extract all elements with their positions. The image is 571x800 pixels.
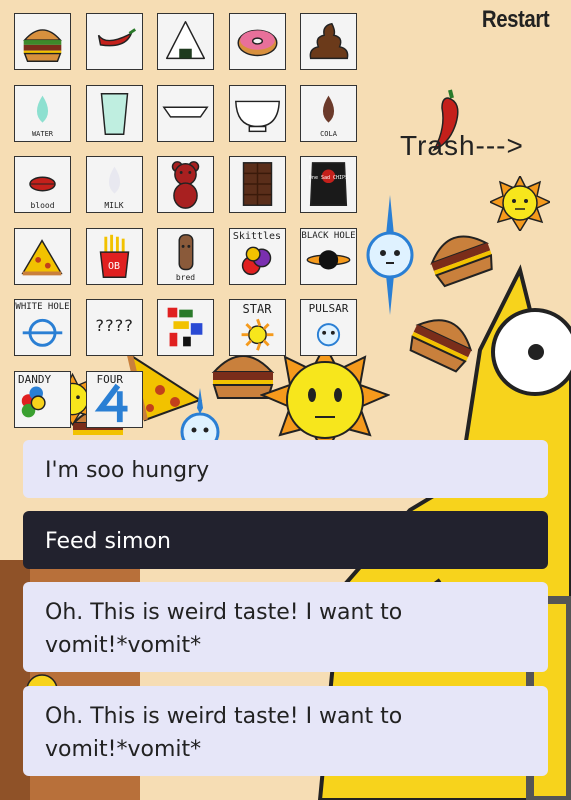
burger-icon — [23, 29, 62, 63]
trash-label: Trash---> — [400, 130, 524, 161]
flying-burger-icon[interactable] — [408, 305, 478, 375]
pizza-slice-icon — [21, 238, 63, 275]
bowl-icon — [234, 100, 280, 132]
flying-sun-icon[interactable] — [260, 345, 390, 455]
food-slot-empty-glass[interactable] — [85, 84, 143, 142]
food-slot-white-hole[interactable]: WHITE HOLE — [14, 299, 71, 356]
restart-button[interactable]: Restart — [482, 6, 550, 34]
food-slot-water-drop[interactable]: WATER — [14, 84, 71, 142]
food-slot-bowl[interactable] — [228, 84, 286, 142]
food-slot-milk-drop[interactable]: MILK — [85, 156, 143, 213]
poop-icon — [309, 22, 349, 60]
food-slot-label: WATER — [31, 129, 54, 138]
food-slot-label: blood — [30, 201, 55, 210]
chili-pepper-icon — [97, 28, 136, 47]
dialogue-card-reaction: Oh. This is weird taste! I want to vomit… — [23, 686, 548, 776]
food-slot-blood-lips[interactable]: blood — [14, 156, 71, 213]
flying-pulsar-icon[interactable] — [172, 388, 228, 448]
food-slot-pulsar[interactable]: PULSAR — [300, 299, 357, 356]
food-slot-label: OB — [107, 260, 121, 272]
food-slot-label: PULSAR — [308, 302, 349, 315]
food-slot-label: BLACK HOLE — [301, 230, 356, 241]
food-slot-label: FOUR — [96, 372, 124, 386]
food-slot-label: DANDY — [18, 372, 52, 386]
flying-pulsar-icon[interactable] — [360, 195, 420, 315]
food-slot-chocolate-bar[interactable] — [228, 156, 286, 213]
dialogue-card-reaction: Oh. This is weird taste! I want to vomit… — [23, 582, 548, 672]
food-slot-onigiri[interactable] — [157, 13, 214, 70]
food-slot-poop[interactable] — [300, 13, 357, 70]
food-slot-number-four[interactable]: FOUR — [85, 370, 143, 428]
food-slot-label: MILK — [104, 201, 124, 210]
food-slot-chips-bag[interactable]: One Sad CHIPS — [300, 156, 357, 213]
food-slot-label: ???? — [94, 316, 134, 335]
food-slot-label: bred — [175, 272, 196, 282]
food-slot-label: COLA — [320, 129, 337, 138]
food-slot-label: One Sad CHIPS — [308, 175, 349, 181]
fries-icon — [99, 234, 129, 278]
flying-sun-icon[interactable] — [490, 176, 550, 231]
food-slot-star[interactable]: STAR — [228, 299, 286, 356]
glitch-icon — [167, 307, 203, 347]
dialogue-card-hungry: I'm soo hungry — [23, 440, 548, 498]
empty-glass-icon — [100, 92, 128, 135]
food-slot-black-hole[interactable]: BLACK HOLE — [300, 227, 357, 285]
chocolate-bar-icon — [242, 162, 272, 206]
flying-burger-icon[interactable] — [425, 223, 495, 288]
teddy-bear-icon — [171, 161, 200, 209]
food-slot-skittles[interactable]: Skittles — [228, 227, 286, 285]
food-slot-teddy-bear[interactable] — [157, 156, 214, 213]
donut-icon — [236, 29, 278, 57]
food-slot-dandy-flower[interactable]: DANDY — [14, 370, 71, 428]
food-slot-pizza-slice[interactable] — [14, 227, 71, 285]
food-slot-plate[interactable] — [157, 84, 214, 142]
food-slot-chili-pepper[interactable] — [85, 13, 143, 70]
food-slot-bread-stick[interactable]: bred — [157, 227, 214, 285]
food-slot-label: WHITE HOLE — [15, 302, 70, 312]
food-slot-label: Skittles — [232, 230, 282, 242]
food-slot-cola-drop[interactable]: COLA — [300, 84, 357, 142]
food-slot-donut[interactable] — [228, 13, 286, 70]
chips-bag-icon — [309, 162, 348, 206]
onigiri-icon — [165, 20, 206, 60]
feed-simon-button[interactable]: Feed simon — [23, 511, 548, 569]
food-slot-question[interactable]: ???? — [85, 299, 143, 356]
food-slot-fries[interactable]: OB — [85, 227, 143, 285]
food-slot-glitch[interactable] — [157, 299, 214, 356]
food-slot-burger[interactable] — [14, 13, 71, 70]
plate-icon — [162, 106, 209, 118]
food-slot-label: STAR — [242, 302, 272, 316]
